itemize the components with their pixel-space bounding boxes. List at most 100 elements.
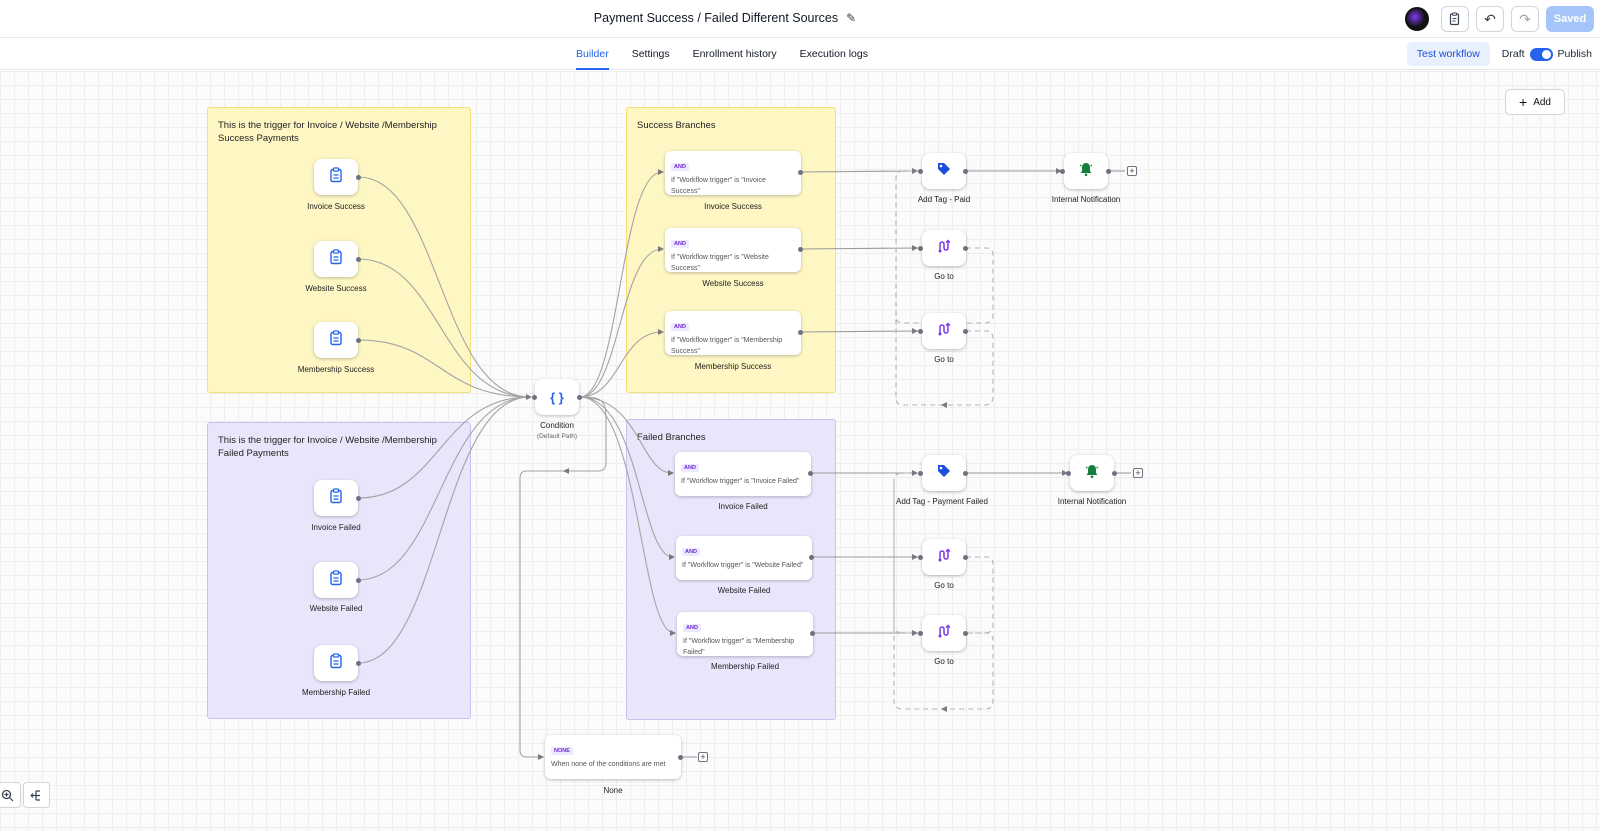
action-goto-membership-failed[interactable] bbox=[922, 615, 966, 651]
tag-icon bbox=[936, 463, 952, 483]
branch-label: Membership Success bbox=[694, 362, 772, 371]
action-label: Add Tag - Paid bbox=[917, 195, 971, 204]
connector-dot[interactable] bbox=[809, 555, 814, 560]
goto-icon bbox=[936, 321, 952, 341]
action-goto-website-success[interactable] bbox=[922, 230, 966, 266]
action-internal-notification-success[interactable] bbox=[1064, 153, 1108, 189]
condition-node[interactable]: { } bbox=[535, 379, 579, 415]
add-step-plus-icon[interactable]: + bbox=[1133, 468, 1143, 478]
redo-icon[interactable]: ↷ bbox=[1511, 6, 1539, 32]
connector-dot[interactable] bbox=[808, 471, 813, 476]
branch-label: Invoice Success bbox=[704, 202, 762, 211]
connector-dot[interactable] bbox=[918, 246, 923, 251]
test-workflow-button[interactable]: Test workflow bbox=[1406, 42, 1490, 66]
connector-dot[interactable] bbox=[356, 661, 361, 666]
action-add-tag-payment-failed[interactable] bbox=[922, 455, 966, 491]
connector-dot[interactable] bbox=[1060, 169, 1065, 174]
trigger-membership-failed[interactable] bbox=[314, 645, 358, 681]
connector-dot[interactable] bbox=[963, 471, 968, 476]
connector-dot[interactable] bbox=[918, 329, 923, 334]
add-step-plus-icon[interactable]: + bbox=[1127, 166, 1137, 176]
branch-label: Website Failed bbox=[717, 586, 771, 595]
connector-dot[interactable] bbox=[963, 169, 968, 174]
clipboard-icon bbox=[329, 167, 343, 187]
pencil-icon[interactable]: ✎ bbox=[846, 11, 856, 25]
trigger-invoice-failed[interactable] bbox=[314, 480, 358, 516]
action-label: Go to bbox=[934, 272, 954, 281]
goto-icon bbox=[936, 238, 952, 258]
and-badge: AND bbox=[681, 464, 699, 472]
avatar[interactable] bbox=[1405, 7, 1429, 31]
connector-dot[interactable] bbox=[918, 471, 923, 476]
workflow-title[interactable]: Payment Success / Failed Different Sourc… bbox=[0, 11, 1450, 25]
trigger-label: Membership Failed bbox=[301, 688, 371, 697]
connector-dot[interactable] bbox=[678, 755, 683, 760]
tab-execution-logs[interactable]: Execution logs bbox=[800, 38, 868, 70]
clipboard-icon bbox=[329, 653, 343, 673]
branch-invoice-success[interactable]: AND If "Workflow trigger" is "Invoice Su… bbox=[665, 151, 801, 195]
branch-label: None bbox=[603, 786, 623, 795]
add-step-plus-icon[interactable]: + bbox=[698, 752, 708, 762]
clipboard-icon bbox=[329, 488, 343, 508]
connector-dot[interactable] bbox=[1112, 471, 1117, 476]
tab-enrollment-history[interactable]: Enrollment history bbox=[693, 38, 777, 70]
connector-dot[interactable] bbox=[1106, 169, 1111, 174]
tab-settings[interactable]: Settings bbox=[632, 38, 670, 70]
branch-none[interactable]: NONE When none of the conditions are met bbox=[545, 735, 681, 779]
connector-dot[interactable] bbox=[963, 329, 968, 334]
connector-dot[interactable] bbox=[798, 330, 803, 335]
workflow-title-text: Payment Success / Failed Different Sourc… bbox=[593, 11, 839, 25]
connector-dot[interactable] bbox=[963, 246, 968, 251]
condition-sub-label: (Default Path) bbox=[536, 433, 578, 440]
tab-builder[interactable]: Builder bbox=[576, 38, 609, 70]
branch-condition-text: If "Workflow trigger" is "Invoice Failed… bbox=[681, 478, 800, 485]
none-badge: NONE bbox=[551, 747, 573, 755]
goto-icon bbox=[936, 623, 952, 643]
trigger-website-failed[interactable] bbox=[314, 562, 358, 598]
connector-dot[interactable] bbox=[356, 175, 361, 180]
connector-dot[interactable] bbox=[356, 496, 361, 501]
connector-dot[interactable] bbox=[356, 257, 361, 262]
publish-toggle[interactable] bbox=[1529, 47, 1553, 61]
action-add-tag-paid[interactable] bbox=[922, 153, 966, 189]
connector-dot[interactable] bbox=[577, 395, 582, 400]
action-goto-membership-success[interactable] bbox=[922, 313, 966, 349]
connector-dot[interactable] bbox=[918, 631, 923, 636]
branch-condition-text: When none of the conditions are met bbox=[551, 761, 666, 768]
connector-dot[interactable] bbox=[963, 555, 968, 560]
connector-dot[interactable] bbox=[356, 338, 361, 343]
connector-dot[interactable] bbox=[798, 170, 803, 175]
branch-membership-failed[interactable]: AND If "Workflow trigger" is "Membership… bbox=[677, 612, 813, 656]
trigger-membership-success[interactable] bbox=[314, 322, 358, 358]
connector-dot[interactable] bbox=[356, 578, 361, 583]
connector-dot[interactable] bbox=[963, 631, 968, 636]
connector-dot[interactable] bbox=[810, 631, 815, 636]
saved-button[interactable]: Saved bbox=[1546, 6, 1594, 32]
trigger-label: Website Failed bbox=[309, 604, 363, 613]
connector-dot[interactable] bbox=[532, 395, 537, 400]
tabs-bar: Builder Settings Enrollment history Exec… bbox=[0, 38, 1600, 70]
draft-label: Draft bbox=[1501, 48, 1525, 60]
connector-dot[interactable] bbox=[1066, 471, 1071, 476]
zoom-in-icon[interactable] bbox=[0, 782, 21, 808]
add-button[interactable]: + Add bbox=[1505, 89, 1565, 115]
action-goto-website-failed[interactable] bbox=[922, 539, 966, 575]
trigger-website-success[interactable] bbox=[314, 241, 358, 277]
branch-website-success[interactable]: AND If "Workflow trigger" is "Website Su… bbox=[665, 228, 801, 272]
connector-dot[interactable] bbox=[918, 169, 923, 174]
branch-membership-success[interactable]: AND If "Workflow trigger" is "Membership… bbox=[665, 311, 801, 355]
workflow-canvas[interactable]: This is the trigger for Invoice / Websit… bbox=[0, 71, 1600, 831]
connector-dot[interactable] bbox=[798, 247, 803, 252]
tree-layout-icon[interactable] bbox=[23, 782, 50, 808]
branch-condition-text: If "Workflow trigger" is "Website Failed… bbox=[682, 562, 804, 569]
branch-invoice-failed[interactable]: AND If "Workflow trigger" is "Invoice Fa… bbox=[675, 452, 811, 496]
action-label: Internal Notification bbox=[1057, 497, 1127, 506]
undo-icon[interactable]: ↶ bbox=[1476, 6, 1504, 32]
connector-dot[interactable] bbox=[918, 555, 923, 560]
branch-website-failed[interactable]: AND If "Workflow trigger" is "Website Fa… bbox=[676, 536, 812, 580]
trigger-invoice-success[interactable] bbox=[314, 159, 358, 195]
clipboard-icon[interactable] bbox=[1441, 6, 1469, 32]
trigger-label: Membership Success bbox=[297, 365, 375, 374]
action-internal-notification-failed[interactable] bbox=[1070, 455, 1114, 491]
branch-condition-text: If "Workflow trigger" is "Membership Fai… bbox=[683, 638, 795, 656]
